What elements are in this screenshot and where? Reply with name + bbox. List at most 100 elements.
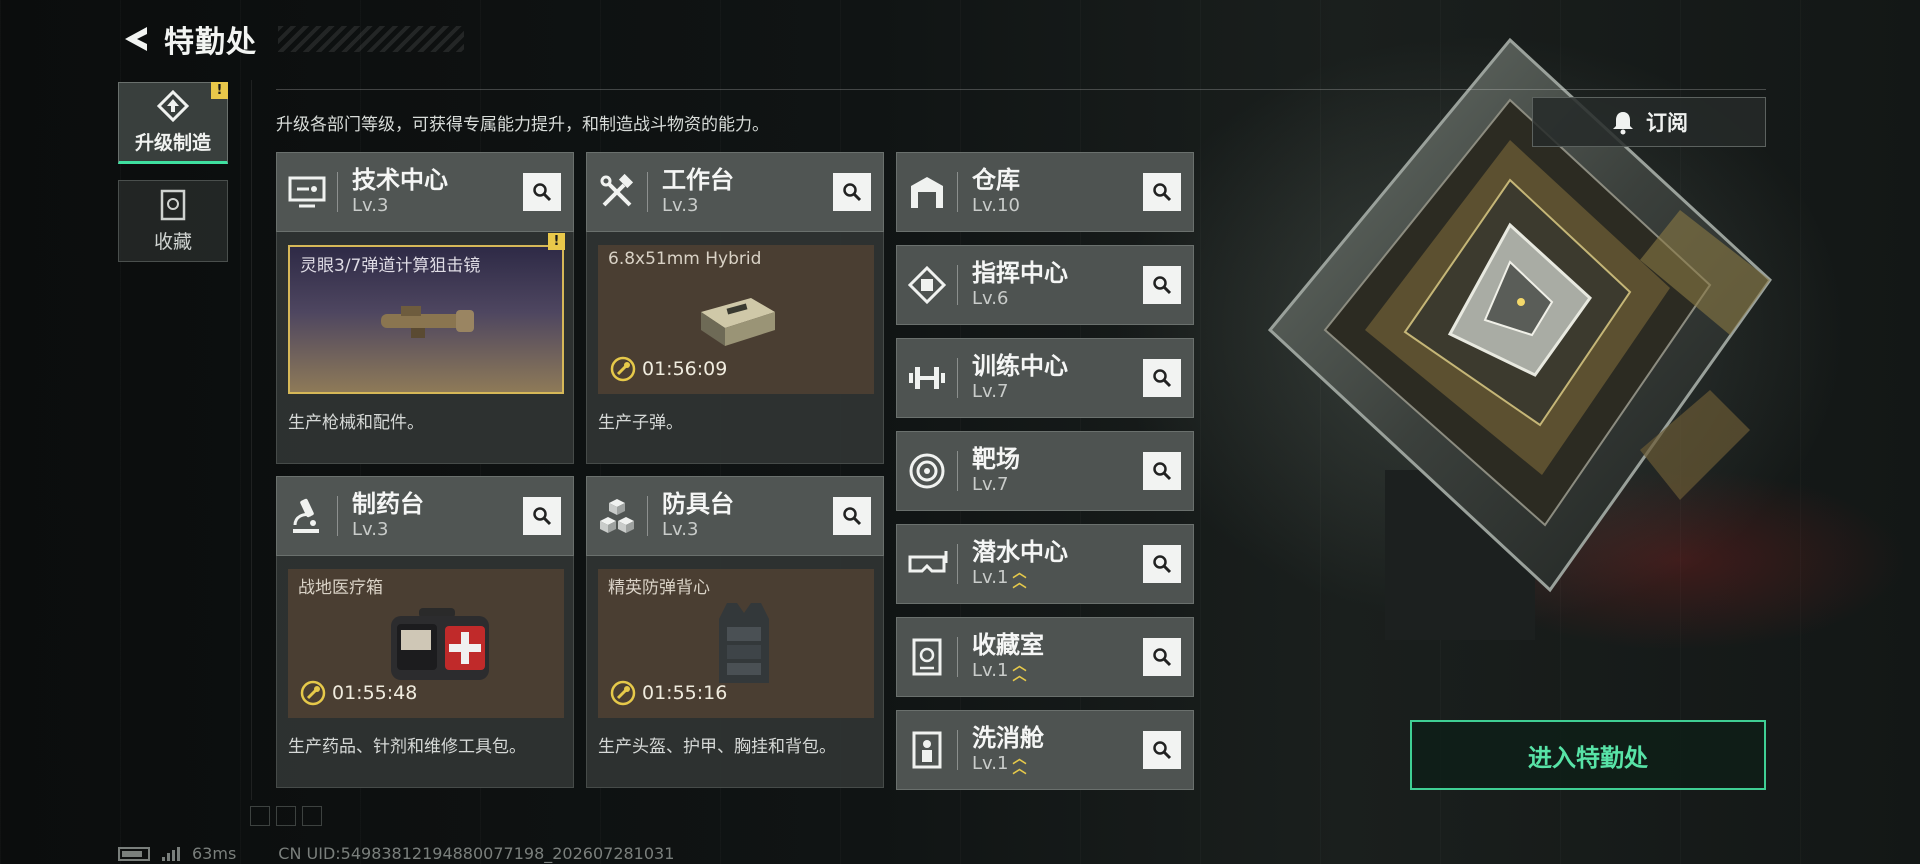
decon-icon [912,731,942,769]
production-slot[interactable]: 6.8x51mm Hybrid 01:56:09 [598,245,874,394]
production-timer: 01:55:48 [300,680,417,706]
search-button[interactable] [833,173,871,211]
search-icon [1153,555,1172,574]
search-button[interactable] [523,173,561,211]
product-name: 灵眼3/7弹道计算狙击镜 [300,256,481,276]
toolbar-mini-icons [250,806,322,826]
divider [251,80,252,800]
facility-name: 潜水中心 [972,538,1068,566]
production-timer: 01:56:09 [610,356,727,382]
product-name: 精英防弹背心 [608,578,710,598]
dept-name: 防具台 [662,490,734,518]
wrench-timer-icon [300,680,326,706]
search-icon [533,183,552,202]
search-button[interactable] [833,497,871,535]
subscribe-button[interactable]: 订阅 [1532,97,1766,147]
nav-collection[interactable]: 收藏 [118,180,228,262]
production-timer: 01:55:16 [610,680,727,706]
dept-level: Lv.3 [352,519,389,540]
facility-decontamination-pod[interactable]: 洗消舱 Lv.1 ︿ ︿ [896,710,1194,790]
search-button[interactable] [1143,359,1181,397]
search-button[interactable] [1143,638,1181,676]
dept-card-tech-center: 技术中心 Lv.3 灵眼3/7弹道计算狙击镜 ! 生产枪械和配件。 [276,152,574,464]
facility-name: 靶场 [972,445,1020,473]
nav-label: 升级制造 [134,131,211,154]
facility-collection-room[interactable]: 收藏室 Lv.1 ︿ ︿ [896,617,1194,697]
facility-level: Lv.1 [972,660,1009,681]
upgrade-arrow-icon: ︿ ︿ [1012,565,1027,591]
divider [276,89,1766,90]
page-description: 升级各部门等级，可获得专属能力提升，和制造战斗物资的能力。 [276,115,769,135]
mini-icon [276,806,296,826]
search-button[interactable] [1143,266,1181,304]
dept-header[interactable]: 技术中心 Lv.3 [276,152,574,232]
computer-icon [288,176,326,208]
facility-name: 仓库 [972,166,1020,194]
facility-shooting-range[interactable]: 靶场 Lv.7 [896,431,1194,511]
dept-description: 生产头盔、护甲、胸挂和背包。 [598,737,836,757]
search-button[interactable] [1143,731,1181,769]
cubes-icon [600,499,634,533]
chip-icon [908,266,946,304]
dept-level: Lv.3 [352,195,389,216]
facility-level-row: Lv.1 ︿ ︿ [972,566,1068,590]
dept-header[interactable]: 防具台 Lv.3 [586,476,884,556]
facility-name: 收藏室 [972,631,1044,659]
dept-header[interactable]: 工作台 Lv.3 [586,152,884,232]
search-icon [1153,648,1172,667]
battery-icon [118,846,150,861]
timer-text: 01:55:16 [642,682,728,704]
search-button[interactable] [1143,452,1181,490]
warning-badge: ! [211,82,228,99]
sniper-scope-image [371,300,481,344]
dept-description: 生产枪械和配件。 [288,413,424,433]
upgrade-arrow-icon: ︿ ︿ [1012,751,1027,777]
wrench-timer-icon [610,680,636,706]
production-slot[interactable]: 战地医疗箱 01:55:48 [288,569,564,718]
dept-description: 生产子弹。 [598,413,683,433]
product-name: 战地医疗箱 [298,578,383,598]
uid-text: CN UID:5498381219488007719​8_20260728103… [278,844,675,863]
facility-name: 洗消舱 [972,724,1044,752]
search-icon [843,507,862,526]
facility-diving-center[interactable]: 潜水中心 Lv.1 ︿ ︿ [896,524,1194,604]
search-icon [1153,276,1172,295]
facility-training-center[interactable]: 训练中心 Lv.7 [896,338,1194,418]
search-button[interactable] [1143,545,1181,583]
mini-icon [250,806,270,826]
search-icon [1153,183,1172,202]
product-name: 6.8x51mm Hybrid [608,249,762,269]
target-icon [909,453,945,489]
back-button[interactable] [118,22,152,56]
mini-icon [302,806,322,826]
facility-level: Lv.7 [972,474,1009,495]
search-button[interactable] [523,497,561,535]
production-slot[interactable]: 精英防弹背心 01:55:16 [598,569,874,718]
nav-upgrade-craft[interactable]: 升级制造 ! [118,82,228,164]
dumbbell-icon [909,367,945,389]
production-slot[interactable]: 灵眼3/7弹道计算狙击镜 [288,245,564,394]
diving-mask-icon [908,551,948,573]
upgrade-arrow-icon: ︿ ︿ [1012,658,1027,684]
nav-label: 收藏 [153,230,192,253]
upgrade-icon [156,89,190,122]
facility-warehouse[interactable]: 仓库 Lv.10 [896,152,1194,232]
facility-level-row: Lv.1 ︿ ︿ [972,659,1044,683]
dept-header[interactable]: 制药台 Lv.3 [276,476,574,556]
timer-text: 01:55:48 [332,682,418,704]
wrench-timer-icon [610,356,636,382]
search-button[interactable] [1143,173,1181,211]
dept-card-pharmacy: 制药台 Lv.3 战地医疗箱 01:55:48 生产药品、针剂和维修工具包。 [276,476,574,788]
dept-card-workbench: 工作台 Lv.3 6.8x51mm Hybrid 01:56:09 生产子弹。 [586,152,884,464]
facility-level: Lv.6 [972,288,1009,309]
enter-label: 进入特勤处 [1528,743,1648,772]
facility-level: Lv.1 [972,753,1009,774]
back-arrow-icon [125,27,147,51]
tools-icon [600,173,634,207]
facility-name: 训练中心 [972,352,1068,380]
collection-icon [912,638,942,676]
enter-special-ops-button[interactable]: 进入特勤处 [1410,720,1766,790]
dept-level: Lv.3 [662,195,699,216]
medkit-image [385,604,495,688]
facility-command-center[interactable]: 指挥中心 Lv.6 [896,245,1194,325]
